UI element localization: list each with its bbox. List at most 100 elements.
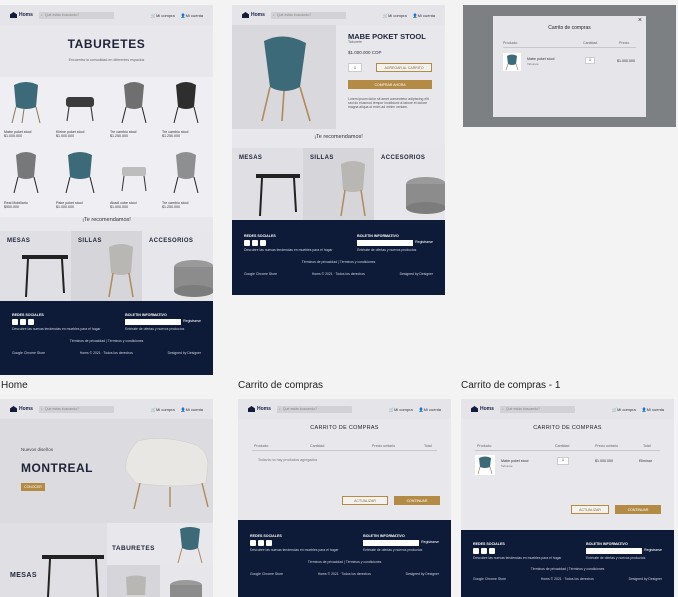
checkout-button[interactable]: CONTINUAR	[394, 496, 440, 505]
account-link[interactable]: 👤Mi cuenta	[642, 407, 664, 412]
footer-links[interactable]: Términos de privacidad | Términos y cond…	[244, 260, 433, 264]
account-link[interactable]: 👤Mi cuenta	[181, 13, 203, 18]
cart-link[interactable]: 🛒Mi compra	[389, 407, 413, 412]
category-mesas[interactable]: MESAS	[0, 231, 71, 301]
facebook-icon[interactable]	[250, 540, 256, 546]
cart-item-name: Mabe poket stool	[501, 459, 529, 463]
category-sillas-preview[interactable]	[107, 565, 160, 597]
product-image[interactable]	[114, 81, 154, 125]
add-to-cart-button[interactable]: AGREGAR AL CARRITO	[376, 63, 432, 72]
subscribe-button[interactable]: Registrarse	[183, 319, 201, 325]
subscribe-button[interactable]: Registrarse	[415, 240, 433, 246]
category-accesorios-preview[interactable]	[160, 565, 213, 597]
cart-link[interactable]: 🛒Mi compra	[151, 13, 175, 18]
chair-image	[126, 575, 146, 595]
instagram-icon[interactable]	[481, 548, 487, 554]
newsletter-input[interactable]	[363, 540, 420, 546]
facebook-icon[interactable]	[473, 548, 479, 554]
cart-qty-stepper[interactable]: 1	[557, 457, 569, 465]
product-image[interactable]	[6, 151, 46, 195]
category-accesorios[interactable]: ACCESORIOS	[374, 148, 445, 220]
navbar: Homs ⌕ Qué estás buscando? 🛒Mi compra 👤Mi …	[232, 5, 445, 25]
newsletter-heading: BOLETIN INFORMATIVO	[586, 542, 628, 546]
newsletter-input[interactable]	[125, 319, 182, 325]
product-image[interactable]	[60, 151, 100, 195]
cart-remove-link[interactable]: Eliminar	[639, 459, 652, 463]
logo[interactable]: Homs	[10, 406, 33, 412]
search-placeholder: Qué estás buscando?	[276, 13, 311, 17]
search-input[interactable]: ⌕ Qué estás buscando?	[499, 405, 575, 413]
instagram-icon[interactable]	[20, 319, 26, 325]
update-cart-button[interactable]: ACTUALIZAR	[342, 496, 388, 505]
cart-modal: × Carrito de compras Producto Cantidad P…	[493, 16, 646, 117]
account-link[interactable]: 👤Mi cuenta	[413, 13, 435, 18]
product-image[interactable]	[166, 81, 206, 125]
product-image[interactable]	[60, 89, 100, 125]
modal-divider	[503, 47, 636, 48]
page-subtitle: Encuentra la comodidad en diferentes esp…	[68, 58, 145, 62]
checkout-button[interactable]: CONTINUAR	[615, 505, 661, 514]
quantity-stepper[interactable]: 1	[348, 63, 362, 72]
instagram-icon[interactable]	[258, 540, 264, 546]
account-link[interactable]: 👤Mi cuenta	[419, 407, 441, 412]
category-sillas[interactable]: SILLAS	[303, 148, 374, 220]
product-image[interactable]	[166, 151, 206, 195]
product-card[interactable]: Pake poket stool $1.000.000	[56, 201, 83, 209]
account-link[interactable]: 👤Mi cuenta	[181, 407, 203, 412]
product-card[interactable]: Tre cambio stool $1.250.000	[162, 201, 188, 209]
product-grid: Mabe poket stool $1.000.000 Kleine poket …	[0, 77, 213, 217]
logo[interactable]: Homs	[471, 406, 494, 412]
newsletter-heading: BOLETIN INFORMATIVO	[125, 313, 167, 317]
category-mesas[interactable]: MESAS	[232, 148, 303, 220]
facebook-icon[interactable]	[244, 240, 250, 246]
product-card[interactable]: Tre cambio stool $1.250.000	[162, 130, 188, 138]
cart-link[interactable]: 🛒Mi compra	[151, 407, 175, 412]
logo[interactable]: Homs	[248, 406, 271, 412]
footer-store[interactable]: Google Chrome Store	[250, 572, 283, 576]
pinterest-icon[interactable]	[266, 540, 272, 546]
footer-store[interactable]: Google Chrome Store	[473, 577, 506, 581]
product-card[interactable]: Abadi cube stool $1.000.000	[110, 201, 137, 209]
cart-link[interactable]: 🛒Mi compra	[383, 13, 407, 18]
product-image[interactable]	[6, 81, 46, 125]
pinterest-icon[interactable]	[28, 319, 34, 325]
category-taburetes[interactable]: TABURETES	[107, 523, 213, 565]
logo[interactable]: Homs	[242, 12, 265, 18]
footer-store[interactable]: Google Chrome Store	[244, 272, 277, 276]
pinterest-icon[interactable]	[489, 548, 495, 554]
category-accesorios[interactable]: ACCESORIOS	[142, 231, 213, 301]
subscribe-button[interactable]: Registrarse	[644, 548, 662, 554]
newsletter-input[interactable]	[357, 240, 414, 246]
buy-now-button[interactable]: COMPRAR AHORA	[348, 80, 432, 89]
product-hero-image	[232, 25, 336, 129]
search-input[interactable]: ⌕ Qué estás buscando?	[38, 11, 114, 19]
category-sillas[interactable]: SILLAS	[71, 231, 142, 301]
table-image	[22, 255, 68, 298]
modal-close-icon[interactable]: ×	[638, 17, 642, 24]
footer-links[interactable]: Términos de privacidad | Términos y cond…	[473, 567, 662, 571]
search-input[interactable]: ⌕ Qué estás buscando?	[38, 405, 114, 413]
footer-store[interactable]: Google Chrome Store	[12, 351, 45, 355]
product-card[interactable]: Real Mobiliario $900.000	[4, 201, 28, 209]
instagram-icon[interactable]	[252, 240, 258, 246]
artboard-label-home: Home	[1, 380, 28, 391]
footer-links[interactable]: Términos de privacidad | Términos y cond…	[250, 560, 439, 564]
product-card[interactable]: Tre cambio stool $1.250.000	[110, 130, 136, 138]
subscribe-button[interactable]: Registrarse	[421, 540, 439, 546]
hero-cta-button[interactable]: CONOCER	[21, 483, 45, 491]
newsletter-input[interactable]	[586, 548, 643, 554]
search-input[interactable]: ⌕ Qué estás buscando?	[270, 11, 346, 19]
modal-qty-stepper[interactable]: 1	[585, 57, 595, 64]
search-input[interactable]: ⌕ Qué estás buscando?	[276, 405, 352, 413]
product-card[interactable]: Kleine poket stool $1.000.000	[56, 130, 84, 138]
logo[interactable]: Homs	[10, 12, 33, 18]
pinterest-icon[interactable]	[260, 240, 266, 246]
category-mesas[interactable]: MESAS	[0, 523, 107, 597]
update-cart-button[interactable]: ACTUALIZAR	[571, 505, 609, 514]
cart-label: Mi compra	[388, 12, 407, 18]
product-card[interactable]: Mabe poket stool $1.000.000	[4, 130, 31, 138]
facebook-icon[interactable]	[12, 319, 18, 325]
footer-links[interactable]: Términos de privacidad | Términos y cond…	[12, 339, 201, 343]
product-image[interactable]	[114, 161, 154, 195]
cart-link[interactable]: 🛒Mi compra	[612, 407, 636, 412]
